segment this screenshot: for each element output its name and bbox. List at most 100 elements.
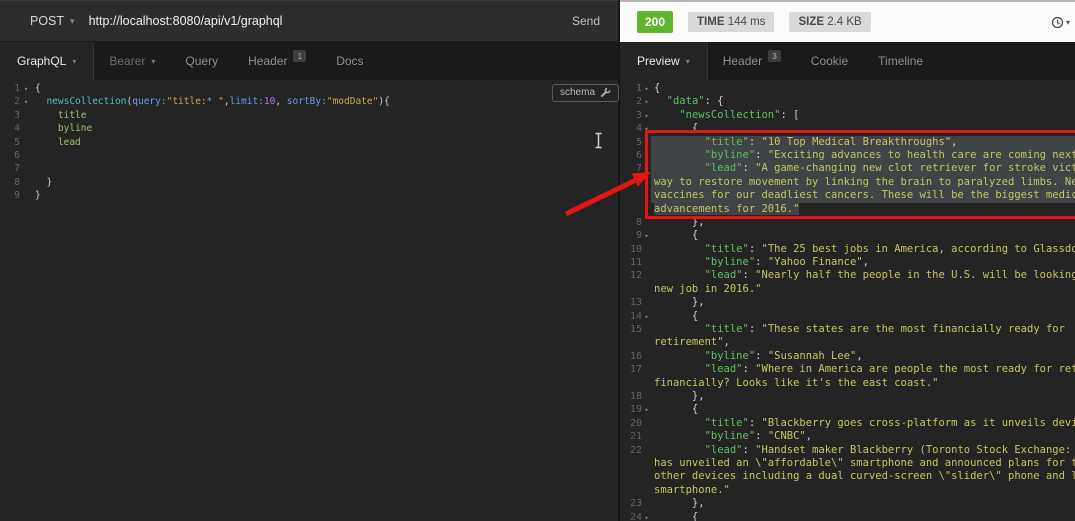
code-line-wrap: has unveiled an \"affordable\" smartphon…: [620, 457, 1075, 470]
code-text: "lead": "Where in America are people the…: [651, 363, 1075, 376]
chevron-down-icon: ▾: [70, 16, 75, 27]
code-line: 3▾ "newsCollection": [: [620, 109, 1075, 122]
code-line: 7 "lead": "A game-changing new clot retr…: [620, 162, 1075, 175]
tab-label: Query: [185, 54, 218, 68]
fold-gutter: [642, 417, 651, 430]
code-text: retirement",: [651, 336, 1075, 349]
line-number: [620, 484, 642, 497]
status-badge: 200: [637, 11, 673, 33]
code-line: 16 "byline": "Susannah Lee",: [620, 350, 1075, 363]
response-preview-editor[interactable]: 1▾{2▾ "data": {3▾ "newsCollection": [4▾ …: [620, 80, 1075, 521]
fold-gutter: [642, 176, 651, 189]
tab-docs[interactable]: Docs: [321, 42, 378, 80]
tab-cookie[interactable]: Cookie: [796, 42, 863, 80]
line-number: 3: [0, 109, 20, 122]
line-number: 21: [620, 430, 642, 443]
line-number: 8: [0, 176, 20, 189]
fold-gutter: [642, 336, 651, 349]
tab-bearer[interactable]: Bearer▾: [94, 42, 170, 80]
fold-gutter: [642, 470, 651, 483]
code-text: "byline": "Yahoo Finance",: [651, 256, 1075, 269]
code-line: 20 "title": "Blackberry goes cross-platf…: [620, 417, 1075, 430]
code-text: byline: [32, 122, 618, 135]
line-number: 3: [620, 109, 642, 122]
code-line: 19▾ {: [620, 403, 1075, 416]
send-button[interactable]: Send: [572, 14, 600, 28]
code-line: 6: [0, 149, 618, 162]
fold-arrow-icon[interactable]: ▾: [642, 229, 651, 242]
method-dropdown[interactable]: POST ▾: [30, 14, 75, 28]
line-number: 7: [0, 162, 20, 175]
app-window: POST ▾ http://localhost:8080/api/v1/grap…: [0, 0, 1075, 521]
line-number: 2: [620, 95, 642, 108]
code-line-wrap: new job in 2016.": [620, 283, 1075, 296]
fold-arrow-icon[interactable]: ▾: [642, 122, 651, 135]
code-text: "lead": "A game-changing new clot retrie…: [651, 162, 1075, 175]
fold-gutter: [642, 430, 651, 443]
line-number: 12: [620, 269, 642, 282]
fold-gutter: [642, 363, 651, 376]
code-text: "byline": "Susannah Lee",: [651, 350, 1075, 363]
line-number: 19: [620, 403, 642, 416]
tab-label: Header: [248, 54, 287, 68]
fold-arrow-icon[interactable]: ▾: [642, 403, 651, 416]
code-line: 12 "lead": "Nearly half the people in th…: [620, 269, 1075, 282]
code-text: {: [651, 229, 1075, 242]
tab-timeline[interactable]: Timeline: [863, 42, 938, 80]
tab-graphql[interactable]: GraphQL▾: [0, 42, 94, 80]
code-line-wrap: advancements for 2016.": [620, 203, 1075, 216]
fold-arrow-icon[interactable]: ▾: [642, 310, 651, 323]
tab-label: Docs: [336, 54, 363, 68]
line-number: 9: [620, 229, 642, 242]
tab-header[interactable]: Header3: [708, 42, 796, 80]
line-number: 24: [620, 511, 642, 521]
code-line: 5 lead: [0, 136, 618, 149]
graphql-query-editor[interactable]: 1▾{2▾ newsCollection(query:"title:* ",li…: [0, 80, 618, 521]
code-text: }: [32, 176, 618, 189]
code-line-wrap: financially? Looks like it's the east co…: [620, 377, 1075, 390]
code-line: 5 "title": "10 Top Medical Breakthroughs…: [620, 136, 1075, 149]
line-number: 18: [620, 390, 642, 403]
response-meta-bar: 200 TIME 144 ms SIZE 2.4 KB ▾: [620, 0, 1075, 42]
line-number: 15: [620, 323, 642, 336]
fold-gutter: [642, 296, 651, 309]
code-text: "lead": "Handset maker Blackberry (Toron…: [651, 444, 1075, 457]
url-input[interactable]: http://localhost:8080/api/v1/graphql: [89, 14, 572, 28]
code-text: title: [32, 109, 618, 122]
fold-arrow-icon[interactable]: ▾: [20, 95, 32, 108]
tab-header[interactable]: Header 1: [233, 42, 321, 80]
tab-preview[interactable]: Preview▾: [620, 42, 708, 80]
fold-arrow-icon[interactable]: ▾: [642, 95, 651, 108]
line-number: 13: [620, 296, 642, 309]
line-number: 20: [620, 417, 642, 430]
fold-arrow-icon[interactable]: ▾: [642, 511, 651, 521]
code-text: }: [32, 189, 618, 202]
code-text: newsCollection(query:"title:* ",limit:10…: [32, 95, 618, 108]
response-history-dropdown[interactable]: ▾: [1051, 16, 1070, 29]
code-line-wrap: vaccines for our deadliest cancers. Thes…: [620, 189, 1075, 202]
line-number: 22: [620, 444, 642, 457]
tab-query[interactable]: Query: [170, 42, 233, 80]
tab-label: Cookie: [811, 54, 848, 68]
fold-arrow-icon[interactable]: ▾: [20, 82, 32, 95]
fold-gutter: [642, 484, 651, 497]
line-number: 8: [620, 216, 642, 229]
code-text: {: [651, 82, 1075, 95]
schema-button[interactable]: schema: [552, 84, 619, 102]
fold-arrow-icon[interactable]: ▾: [642, 109, 651, 122]
line-number: [620, 203, 642, 216]
request-tab-bar: GraphQL▾Bearer▾ Query Header 1 Docs: [0, 42, 618, 80]
tab-label: Bearer: [109, 54, 145, 68]
line-number: 10: [620, 243, 642, 256]
code-text: "newsCollection": [: [651, 109, 1075, 122]
tab-count-badge: 1: [293, 50, 306, 62]
fold-gutter: [642, 216, 651, 229]
time-label: TIME: [697, 16, 724, 28]
code-line: 23 },: [620, 497, 1075, 510]
code-line: 2▾ "data": {: [620, 95, 1075, 108]
code-text: "lead": "Nearly half the people in the U…: [651, 269, 1075, 282]
code-text: },: [651, 216, 1075, 229]
fold-gutter: [642, 162, 651, 175]
code-line: 14▾ {: [620, 310, 1075, 323]
fold-arrow-icon[interactable]: ▾: [642, 82, 651, 95]
